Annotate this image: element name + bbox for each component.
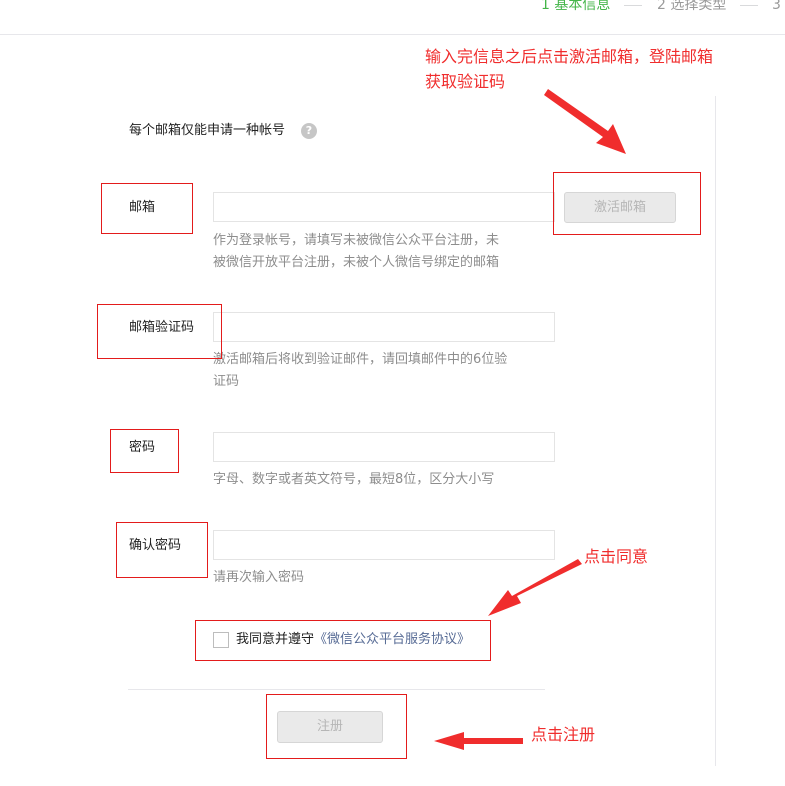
- annotation-arrows: [434, 89, 626, 750]
- arrow-to-agreement-icon: [488, 559, 582, 616]
- arrow-to-activate-icon: [544, 89, 626, 154]
- arrow-to-register-icon: [434, 732, 523, 750]
